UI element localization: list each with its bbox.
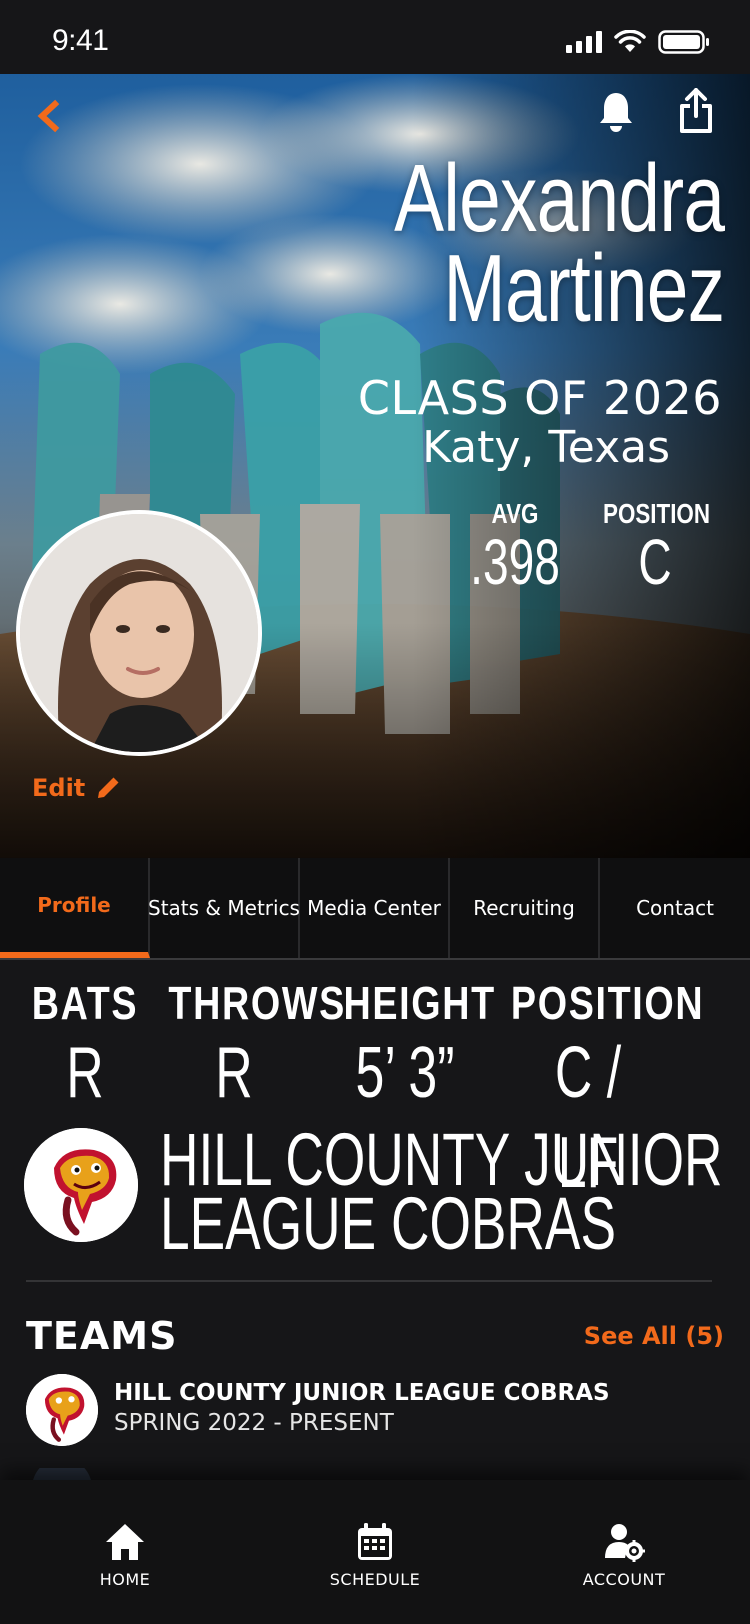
cobras-logo [24, 1128, 138, 1242]
hero-stat-avg: AVG .398 [450, 498, 580, 594]
tab-profile[interactable]: Profile [0, 858, 150, 958]
teams-section-header: TEAMS See All (5) [26, 1314, 724, 1364]
status-bar: 9:41 [0, 0, 750, 74]
cobra-logo-icon [26, 1374, 98, 1446]
section-divider [26, 1280, 712, 1282]
tab-recruiting[interactable]: Recruiting [450, 858, 600, 958]
player-photo [20, 514, 258, 752]
hero-stat-value: C [638, 526, 672, 598]
attribute-label: POSITION [510, 977, 705, 1029]
team-name: HILL COUNTY JUNIOR LEAGUE COBRAS [114, 1380, 610, 1406]
attribute-value: 5’ 3” [355, 1033, 455, 1113]
nav-account[interactable]: ACCOUNT [544, 1522, 704, 1589]
cellular-signal-icon [566, 31, 602, 53]
current-team-name-line2: LEAGUE COBRAS [160, 1182, 616, 1265]
hero-stat-value: .398 [470, 526, 560, 598]
attribute-label: HEIGHT [343, 977, 496, 1029]
share-icon [680, 88, 712, 133]
profile-hero: Alexandra Martinez CLASS OF 2026 Katy, T… [0, 74, 750, 858]
account-settings-icon [605, 1524, 645, 1562]
calendar-icon [358, 1523, 392, 1560]
current-team-name: HILL COUNTY JUNIOR LEAGUE COBRAS [160, 1123, 722, 1265]
bell-icon [600, 93, 632, 132]
share-button[interactable] [678, 88, 722, 140]
nav-label: ACCOUNT [582, 1570, 666, 1589]
cobras-logo [26, 1374, 98, 1446]
tabs-divider [0, 958, 750, 960]
player-last-name: Martinez [443, 235, 725, 342]
attribute-bats: BATS R [20, 978, 150, 1118]
notifications-button[interactable] [598, 90, 642, 138]
player-attributes: BATS R THROWS R HEIGHT 5’ 3” POSITION C … [0, 977, 750, 1203]
wifi-icon [614, 30, 646, 52]
tab-media-center[interactable]: Media Center [300, 858, 450, 958]
battery-icon [658, 30, 709, 54]
teams-title: TEAMS [26, 1314, 178, 1358]
pencil-icon [98, 777, 119, 798]
profile-tabs: Profile Stats & Metrics Media Center Rec… [0, 858, 750, 960]
player-first-name: Alexandra [393, 145, 725, 252]
attribute-label: THROWS [168, 977, 346, 1029]
see-all-teams-link[interactable]: See All (5) [584, 1322, 724, 1350]
chevron-left-icon [37, 99, 60, 133]
attribute-height: HEIGHT 5’ 3” [330, 977, 496, 1118]
hometown: Katy, Texas [422, 422, 670, 473]
tab-contact[interactable]: Contact [600, 858, 750, 958]
current-team[interactable]: HILL COUNTY JUNIOR LEAGUE COBRAS [24, 1123, 724, 1265]
nav-label: SCHEDULE [329, 1570, 421, 1589]
status-icons [566, 30, 710, 54]
hero-stat-position: POSITION C [590, 498, 720, 594]
team-dates: SPRING 2022 - PRESENT [114, 1410, 394, 1436]
attribute-value: R [215, 1033, 253, 1113]
attribute-value: R [66, 1033, 104, 1113]
home-icon [106, 1524, 144, 1560]
bottom-navigation: HOME SCHEDULE ACCOUNT [0, 1480, 750, 1624]
player-name: Alexandra Martinez [393, 145, 725, 342]
edit-label: Edit [32, 774, 86, 802]
back-button[interactable] [28, 94, 72, 138]
app-screen: 9:41 Alexandra Martinez CLASS OF 2026 Ka… [0, 0, 750, 1624]
attribute-throws: THROWS R [154, 977, 346, 1118]
cobra-logo-icon [24, 1128, 138, 1242]
tab-stats-metrics[interactable]: Stats & Metrics [148, 858, 300, 958]
nav-label: HOME [99, 1570, 151, 1589]
graduation-class: CLASS OF 2026 [357, 371, 722, 425]
attribute-label: BATS [31, 977, 139, 1029]
player-avatar[interactable] [16, 510, 262, 756]
team-list-item[interactable]: HILL COUNTY JUNIOR LEAGUE COBRAS SPRING … [26, 1374, 726, 1448]
nav-schedule[interactable]: SCHEDULE [295, 1522, 455, 1589]
edit-profile-button[interactable]: Edit [32, 774, 121, 802]
nav-home[interactable]: HOME [45, 1522, 205, 1589]
status-time: 9:41 [52, 24, 109, 57]
